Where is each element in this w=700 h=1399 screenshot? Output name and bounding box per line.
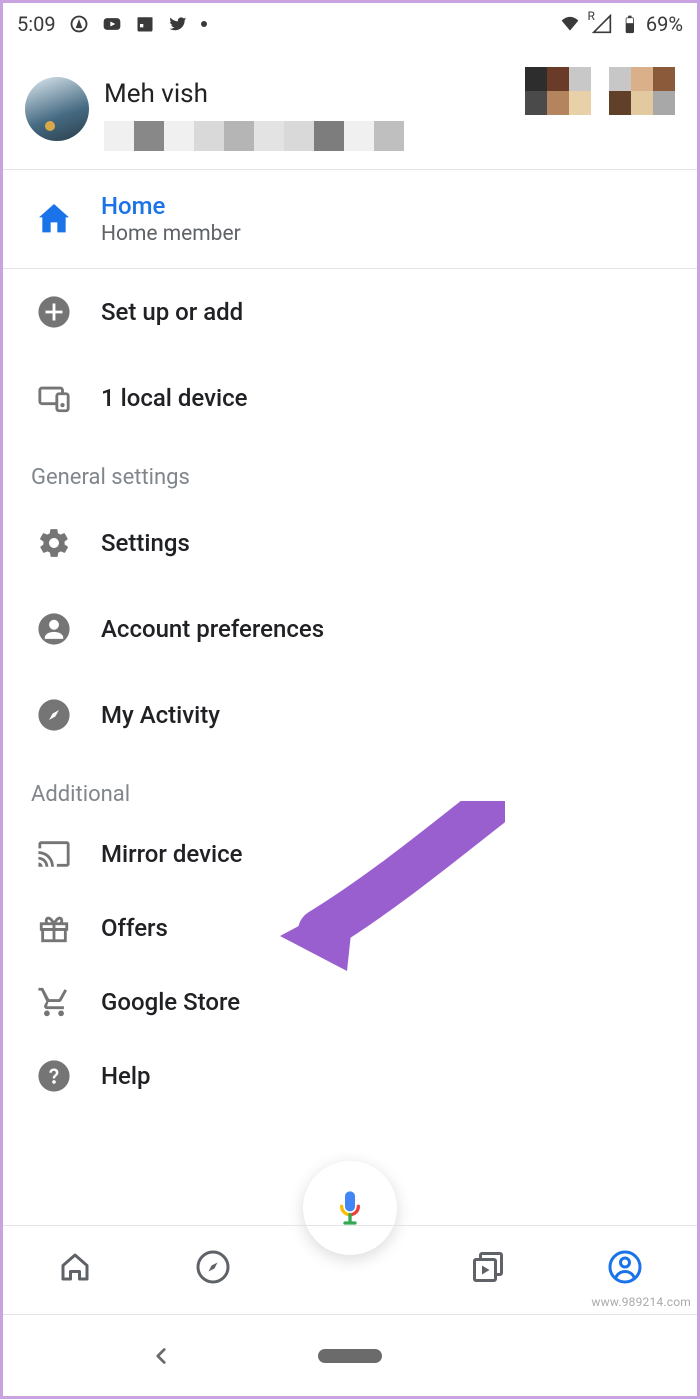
compass-icon [33,694,75,736]
cart-icon [33,981,75,1023]
watermark: www.989214.com [589,1294,693,1310]
redacted-email [104,121,404,151]
battery-percentage: 69% [646,12,683,36]
mic-icon [330,1188,370,1228]
mirror-device-item[interactable]: Mirror device [3,817,697,891]
help-icon [33,1055,75,1097]
calendar-icon [135,14,155,34]
devices-icon [33,377,75,419]
local-device-label: 1 local device [101,384,248,412]
offers-item[interactable]: Offers [3,891,697,965]
wifi-icon [560,14,580,34]
help-item[interactable]: Help [3,1039,697,1113]
gear-icon [33,522,75,564]
store-label: Google Store [101,988,240,1016]
plus-circle-icon [33,291,75,333]
battery-icon [619,14,639,34]
gift-icon [33,907,75,949]
nav-account[interactable] [607,1249,643,1289]
general-settings-header: General settings [3,441,697,500]
apollo-icon [69,14,89,34]
more-dot-icon [201,21,207,27]
setup-label: Set up or add [101,298,243,326]
android-nav-bar [3,1314,697,1396]
setup-item[interactable]: Set up or add [3,269,697,355]
activity-label: My Activity [101,701,220,729]
offers-label: Offers [101,914,168,942]
roaming-indicator: R [587,9,594,23]
account-prefs-label: Account preferences [101,615,324,643]
nav-home[interactable] [57,1249,93,1289]
status-bar: 5:09 R 69% [3,3,697,45]
additional-header: Additional [3,758,697,817]
help-label: Help [101,1062,151,1090]
google-store-item[interactable]: Google Store [3,965,697,1039]
my-activity-item[interactable]: My Activity [3,672,697,758]
account-badge-2[interactable] [609,67,675,115]
mirror-label: Mirror device [101,840,242,868]
youtube-icon [102,14,122,34]
nav-discover[interactable] [195,1249,231,1289]
home-pill[interactable] [318,1349,382,1363]
profile-header[interactable]: Meh vish [3,45,697,169]
account-preferences-item[interactable]: Account preferences [3,586,697,672]
account-circle-icon [33,608,75,650]
twitter-icon [168,14,188,34]
profile-name: Meh vish [104,79,404,109]
settings-item[interactable]: Settings [3,500,697,586]
home-title: Home [101,192,241,220]
home-icon [33,198,75,240]
nav-media[interactable] [470,1249,506,1289]
cast-icon [33,833,75,875]
avatar[interactable] [25,77,89,141]
account-badge-1[interactable] [525,67,591,115]
status-time: 5:09 [17,12,56,36]
home-item[interactable]: Home Home member [3,170,697,268]
home-subtitle: Home member [101,222,241,246]
local-device-item[interactable]: 1 local device [3,355,697,441]
settings-label: Settings [101,529,190,557]
back-button[interactable] [148,1343,174,1369]
